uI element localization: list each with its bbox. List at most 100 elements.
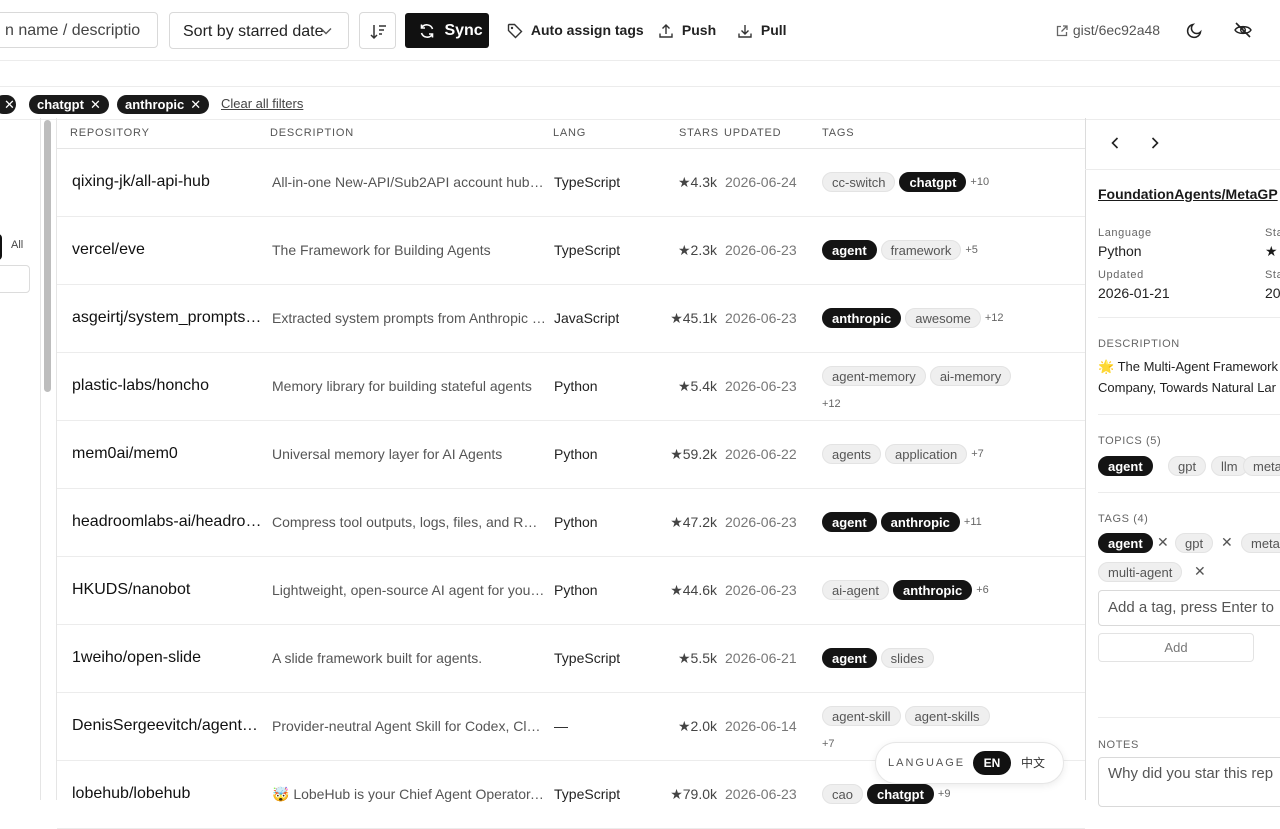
repo-tags: agent framework +5	[822, 240, 1067, 260]
prev-button[interactable]	[1109, 136, 1121, 155]
tag-chip[interactable]: framework	[880, 240, 962, 260]
filter-all-label[interactable]: All	[11, 239, 23, 251]
scrollbar[interactable]	[44, 120, 51, 392]
repo-updated: 2026-06-22	[725, 446, 797, 462]
column-header-updated[interactable]: UPDATED	[724, 127, 781, 139]
table-row[interactable]: headroomlabs-ai/headroom Compress tool ou…	[57, 488, 1085, 557]
auto-assign-tags-label: Auto assign tags	[530, 22, 644, 38]
column-header-description[interactable]: DESCRIPTION	[270, 127, 354, 139]
tag-chip[interactable]: ai-agent	[822, 580, 889, 600]
column-header-stars[interactable]: STARS	[679, 127, 719, 139]
language-label: Language	[1098, 227, 1152, 239]
table-row[interactable]: qixing-jk/all-api-hub All-in-one New-API/…	[57, 148, 1085, 217]
tag-chip: meta	[1241, 533, 1280, 553]
sidebar-input[interactable]	[0, 265, 30, 293]
repo-name: DenisSergeevitch/agents-…	[72, 717, 265, 734]
privacy-toggle[interactable]	[1233, 21, 1253, 44]
repo-tags: agent anthropic +11	[822, 512, 1067, 532]
close-icon[interactable]: ✕	[190, 97, 201, 112]
star-icon: ★	[670, 582, 683, 598]
auto-assign-tags-button[interactable]: Auto assign tags	[506, 12, 644, 49]
gist-link[interactable]: gist/6ec92a48	[1055, 12, 1160, 49]
more-tags-count: +11	[963, 516, 982, 528]
table-row[interactable]: vercel/eve The Framework for Building Age…	[57, 216, 1085, 285]
tag-chip[interactable]: chatgpt	[866, 784, 934, 804]
filter-chip-anthropic[interactable]: anthropic ✕	[117, 95, 210, 114]
filter-chip-label: anthropic	[125, 97, 185, 112]
stars-label: Sta	[1265, 227, 1280, 239]
repo-stars: ★79.0k	[647, 786, 717, 803]
close-icon[interactable]: ✕	[90, 97, 101, 112]
tag-chip[interactable]: agent	[822, 512, 877, 532]
table-row[interactable]: plastic-labs/honcho Memory library for bu…	[57, 352, 1085, 421]
topic-chip: gpt	[1168, 456, 1207, 476]
sync-button[interactable]: Sync	[405, 13, 489, 48]
clear-all-filters-link[interactable]: Clear all filters	[221, 96, 303, 111]
tag-chip[interactable]: anthropic	[822, 308, 902, 328]
tag-chip[interactable]: awesome	[905, 308, 981, 328]
repo-name: vercel/eve	[72, 241, 145, 258]
table-row[interactable]: mem0ai/mem0 Universal memory layer for AI…	[57, 420, 1085, 489]
repo-tags: ai-agent anthropic +6	[822, 580, 1067, 600]
tag-chip[interactable]: agent-skills	[904, 706, 990, 726]
tag-chip[interactable]: agent-memory	[822, 366, 926, 386]
tag-chip[interactable]: ai-memory	[929, 366, 1012, 386]
table-row[interactable]: HKUDS/nanobot Lightweight, open-source AI…	[57, 556, 1085, 625]
filter-chip-label: chatgpt	[37, 97, 84, 112]
stars-value: 47.2k	[682, 514, 717, 530]
add-tag-button[interactable]: Add	[1098, 633, 1254, 662]
sort-select[interactable]: Sort by starred date	[169, 12, 349, 49]
repo-stars: ★2.0k	[647, 718, 717, 735]
tag-chip[interactable]: anthropic	[880, 512, 960, 532]
pull-button[interactable]: Pull	[736, 12, 787, 49]
column-header-lang[interactable]: LANG	[553, 127, 586, 139]
column-header-repository[interactable]: REPOSITORY	[70, 127, 150, 139]
tag-chip[interactable]: cao	[822, 784, 863, 804]
lang-zh-button[interactable]: 中文	[1016, 751, 1050, 775]
table-row[interactable]: asgeirtj/system_prompts_… Extracted syste…	[57, 284, 1085, 353]
filter-chip-remove[interactable]: ✕	[0, 95, 16, 114]
repo-stars: ★5.5k	[647, 650, 717, 667]
lang-en-button[interactable]: EN	[973, 751, 1011, 775]
repo-name: lobehub/lobehub	[72, 785, 191, 802]
push-button[interactable]: Push	[657, 12, 716, 49]
repo-description: Lightweight, open-source AI agent for yo…	[272, 582, 546, 598]
sort-desc-icon	[370, 25, 386, 40]
sort-direction-button[interactable]	[359, 12, 396, 49]
repo-stars: ★44.6k	[647, 582, 717, 599]
repo-updated: 2026-06-24	[725, 174, 797, 190]
more-tags-count: +12	[984, 312, 1004, 324]
repo-language: TypeScript	[554, 174, 621, 190]
filter-chip-chatgpt[interactable]: chatgpt ✕	[29, 95, 109, 114]
remove-tag-icon[interactable]: ✕	[1221, 534, 1233, 551]
eye-off-icon	[1234, 22, 1252, 38]
repo-updated: 2026-06-23	[725, 378, 797, 394]
tag-chip[interactable]: slides	[880, 648, 934, 668]
tag-chip[interactable]: agents	[822, 444, 882, 464]
filter-bar: ✕ chatgpt ✕ anthropic ✕ Clear all filters	[0, 86, 1280, 120]
next-button[interactable]	[1149, 136, 1161, 155]
topic-chip: agent	[1098, 456, 1153, 476]
dark-mode-toggle[interactable]	[1186, 21, 1204, 44]
remove-tag-icon[interactable]: ✕	[1194, 563, 1206, 580]
tag-chip[interactable]: agent-skill	[822, 706, 901, 726]
tag-chip[interactable]: anthropic	[892, 580, 973, 600]
repo-title-link[interactable]: FoundationAgents/MetaGP	[1098, 186, 1278, 202]
remove-tag-icon[interactable]: ✕	[1157, 534, 1169, 551]
search-input[interactable]: n name / descriptio	[0, 12, 158, 48]
description-line: 🌟 The Multi-Agent Framework	[1098, 359, 1278, 374]
tag-chip[interactable]: agent	[822, 240, 877, 260]
table-row[interactable]: 1weiho/open-slide A slide framework built…	[57, 624, 1085, 693]
star-icon: ★	[670, 446, 683, 462]
star-icon: ★	[1265, 243, 1278, 259]
selected-indicator	[0, 234, 2, 260]
tag-chip[interactable]: chatgpt	[899, 172, 967, 192]
add-tag-input[interactable]: Add a tag, press Enter to	[1098, 590, 1280, 626]
tag-chip[interactable]: application	[885, 444, 968, 464]
repo-language: Python	[554, 446, 598, 462]
tag-chip[interactable]: agent	[822, 648, 877, 668]
repo-name: mem0ai/mem0	[72, 445, 178, 462]
tag-chip[interactable]: cc-switch	[822, 172, 896, 192]
repo-stars: ★59.2k	[647, 446, 717, 463]
column-header-tags[interactable]: TAGS	[822, 127, 854, 139]
